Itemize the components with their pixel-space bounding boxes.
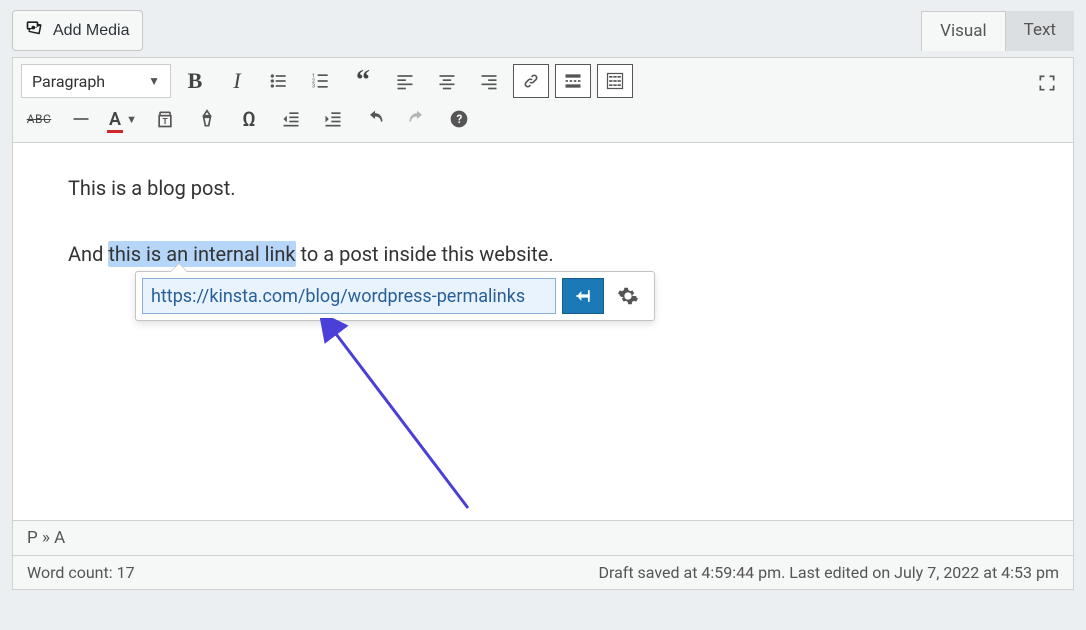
format-label: Paragraph: [32, 72, 105, 91]
bold-button[interactable]: B: [177, 64, 213, 98]
align-right-button[interactable]: [471, 64, 507, 98]
link-url-input[interactable]: [142, 278, 556, 314]
tab-visual[interactable]: Visual: [921, 11, 1005, 51]
add-media-button[interactable]: Add Media: [12, 10, 143, 51]
italic-button[interactable]: I: [219, 64, 255, 98]
link-insert-popup: [135, 271, 655, 321]
text-color-letter: A: [109, 109, 121, 130]
clear-formatting-button[interactable]: [189, 102, 225, 136]
undo-button[interactable]: [357, 102, 393, 136]
toolbar-row-1: Paragraph ▼ B I 123 “: [21, 64, 1065, 98]
format-dropdown[interactable]: Paragraph ▼: [21, 64, 171, 98]
link-button[interactable]: [513, 64, 549, 98]
topbar: Add Media Visual Text: [12, 10, 1074, 51]
align-center-button[interactable]: [429, 64, 465, 98]
svg-text:3: 3: [312, 84, 315, 90]
status-bar: Word count: 17 Draft saved at 4:59:44 pm…: [12, 556, 1074, 590]
toolbar-toggle-button[interactable]: [597, 64, 633, 98]
align-left-button[interactable]: [387, 64, 423, 98]
link-settings-button[interactable]: [608, 278, 648, 314]
p2-before: And: [68, 242, 108, 266]
editor-toolbar: Paragraph ▼ B I 123 “: [12, 57, 1074, 143]
tab-text[interactable]: Text: [1006, 11, 1074, 51]
special-character-button[interactable]: Ω: [231, 102, 267, 136]
help-button[interactable]: ?: [441, 102, 477, 136]
numbered-list-button[interactable]: 123: [303, 64, 339, 98]
add-media-label: Add Media: [53, 22, 130, 40]
indent-button[interactable]: [315, 102, 351, 136]
chevron-down-icon: ▼: [148, 74, 160, 88]
redo-button[interactable]: [399, 102, 435, 136]
svg-text:?: ?: [457, 112, 463, 126]
element-path-bar[interactable]: P » A: [12, 521, 1074, 556]
word-count: Word count: 17: [27, 563, 135, 582]
selected-link-text[interactable]: this is an internal link: [108, 241, 295, 267]
editor-container: Add Media Visual Text Paragraph ▼ B I 12…: [0, 0, 1086, 590]
fullscreen-button[interactable]: [1029, 66, 1065, 100]
strikethrough-button[interactable]: ABC: [21, 102, 57, 136]
apply-link-button[interactable]: [562, 278, 604, 314]
blockquote-button[interactable]: “: [345, 64, 381, 98]
svg-text:T: T: [163, 117, 168, 127]
paste-text-button[interactable]: T: [147, 102, 183, 136]
toolbar-row-2: ABC A ▼ T Ω: [21, 102, 1065, 136]
outdent-button[interactable]: [273, 102, 309, 136]
annotation-arrow: [318, 318, 498, 528]
text-color-button[interactable]: A ▼: [105, 102, 141, 136]
editor-content[interactable]: This is a blog post. And this is an inte…: [12, 143, 1074, 521]
save-status: Draft saved at 4:59:44 pm. Last edited o…: [598, 563, 1059, 582]
paragraph-2[interactable]: And this is an internal link to a post i…: [68, 239, 1018, 269]
editor-tabs: Visual Text: [921, 11, 1074, 51]
chevron-down-icon: ▼: [126, 113, 137, 126]
read-more-button[interactable]: [555, 64, 591, 98]
paragraph-1[interactable]: This is a blog post.: [68, 173, 1018, 203]
p2-after: to a post inside this website.: [296, 242, 554, 266]
horizontal-rule-button[interactable]: [63, 102, 99, 136]
media-icon: [25, 18, 45, 43]
bullet-list-button[interactable]: [261, 64, 297, 98]
